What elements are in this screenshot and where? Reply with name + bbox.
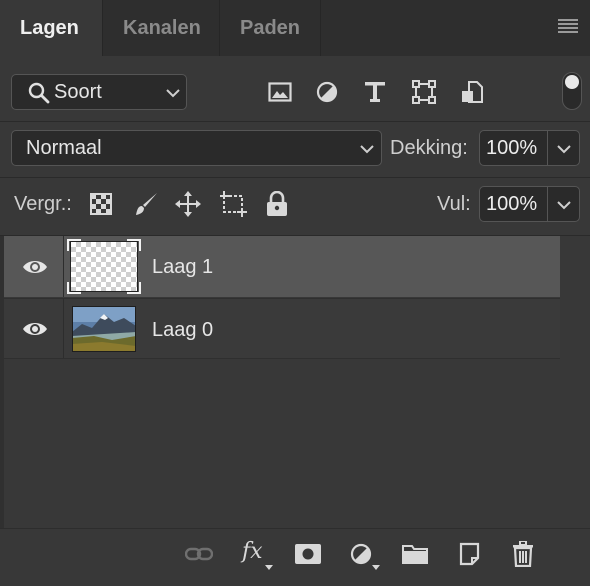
layer-name[interactable]: Laag 1 bbox=[152, 256, 213, 279]
lock-position-move-icon[interactable] bbox=[175, 191, 201, 217]
blend-mode-value: Normaal bbox=[26, 137, 102, 159]
adjustment-filter-icon[interactable] bbox=[316, 81, 338, 103]
visibility-toggle[interactable] bbox=[4, 299, 64, 358]
fill-value: 100% bbox=[486, 193, 538, 215]
smart-object-filter-icon[interactable] bbox=[461, 80, 483, 104]
lock-pixels-brush-icon[interactable] bbox=[133, 191, 159, 217]
filter-kind-label: Soort bbox=[54, 81, 102, 103]
type-filter-icon[interactable] bbox=[364, 80, 386, 104]
panel-menu-icon[interactable] bbox=[558, 18, 578, 34]
layer-thumbnail-landscape-image bbox=[72, 306, 136, 352]
adjustment-layer-icon[interactable] bbox=[350, 543, 372, 565]
trash-icon[interactable] bbox=[512, 541, 534, 567]
opacity-field[interactable]: 100% bbox=[479, 130, 580, 166]
visibility-toggle[interactable] bbox=[4, 236, 64, 297]
shape-filter-icon[interactable] bbox=[412, 80, 436, 104]
fill-label: Vul: bbox=[437, 193, 471, 215]
fill-field[interactable]: 100% bbox=[479, 186, 580, 222]
search-icon bbox=[28, 82, 50, 104]
lock-label: Vergr.: bbox=[14, 193, 72, 215]
filter-kind-select[interactable]: Soort bbox=[11, 74, 187, 110]
adjustment-dropdown-triangle-icon bbox=[372, 565, 380, 570]
filter-toggle-knob bbox=[565, 75, 579, 89]
chevron-down-icon bbox=[360, 145, 374, 154]
tab-bar: Lagen Kanalen Paden bbox=[0, 0, 590, 56]
opacity-value: 100% bbox=[486, 137, 538, 159]
group-folder-icon[interactable] bbox=[402, 544, 428, 564]
filter-toggle[interactable] bbox=[562, 72, 582, 110]
layers-list: Laag 1 Laag 0 bbox=[0, 236, 590, 528]
link-layers-icon[interactable] bbox=[185, 546, 213, 562]
layer-row-laag-1[interactable]: Laag 1 bbox=[4, 236, 560, 297]
tab-paths[interactable]: Paden bbox=[220, 0, 321, 56]
layer-row-laag-0[interactable]: Laag 0 bbox=[4, 298, 560, 359]
tab-channels[interactable]: Kanalen bbox=[103, 0, 220, 56]
layer-name[interactable]: Laag 0 bbox=[152, 319, 213, 342]
image-filter-icon[interactable] bbox=[268, 81, 292, 103]
fx-dropdown-triangle-icon bbox=[265, 565, 273, 570]
chevron-down-icon bbox=[166, 89, 180, 98]
tab-layers[interactable]: Lagen bbox=[0, 0, 103, 56]
fx-icon[interactable]: fx bbox=[242, 539, 263, 564]
lock-all-icon[interactable] bbox=[266, 191, 288, 217]
chevron-down-icon[interactable] bbox=[557, 144, 571, 154]
opacity-label: Dekking: bbox=[390, 137, 468, 159]
selection-corners-icon bbox=[67, 239, 141, 294]
lock-artboard-icon[interactable] bbox=[220, 191, 248, 217]
eye-icon bbox=[23, 261, 47, 273]
chevron-down-icon[interactable] bbox=[557, 200, 571, 210]
eye-icon bbox=[23, 323, 47, 335]
layers-panel: Lagen Kanalen Paden Soort Normaal Dekkin… bbox=[0, 0, 590, 586]
lock-transparency-icon[interactable] bbox=[90, 193, 112, 215]
new-layer-icon[interactable] bbox=[458, 542, 480, 566]
add-mask-icon[interactable] bbox=[295, 544, 321, 564]
blend-mode-select[interactable]: Normaal bbox=[11, 130, 382, 166]
bottom-toolbar: fx bbox=[0, 528, 590, 586]
